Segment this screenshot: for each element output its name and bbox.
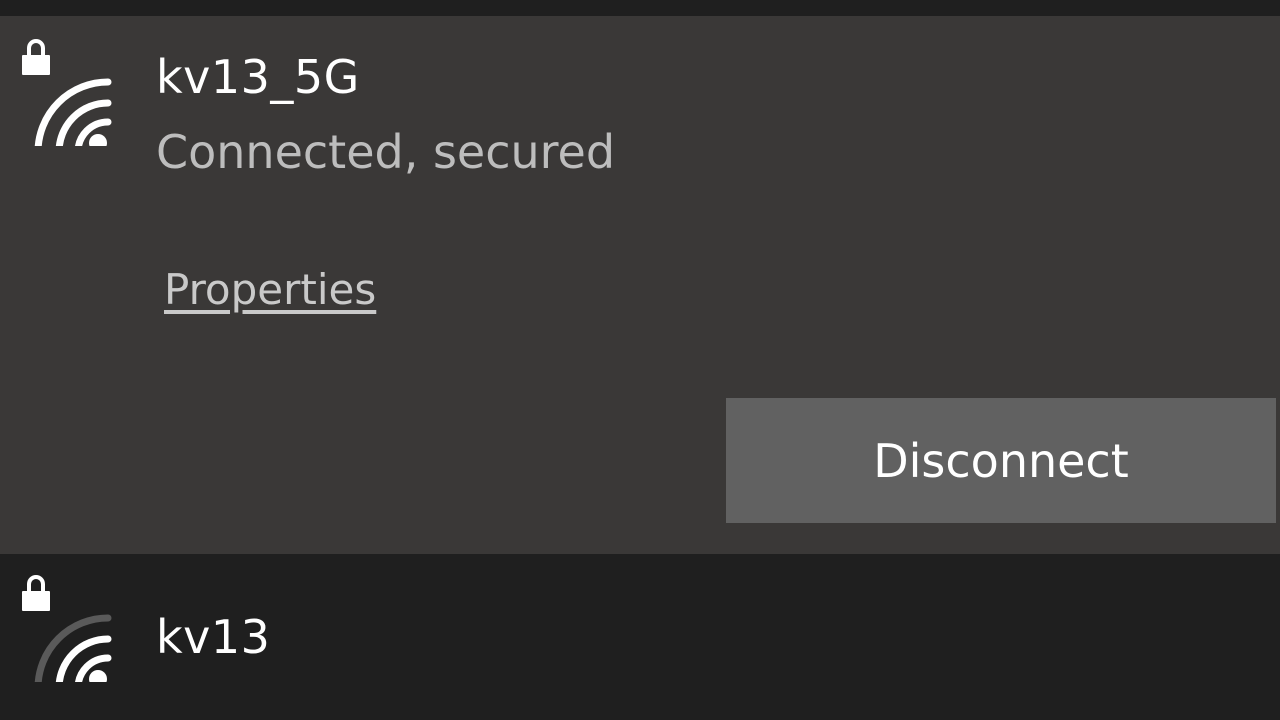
network-ssid: kv13_5G xyxy=(156,50,360,104)
network-item-connected[interactable]: kv13_5G Connected, secured Properties Di… xyxy=(0,16,1280,554)
wifi-secured-icon xyxy=(22,39,112,146)
wifi-flyout: kv13_5G Connected, secured Properties Di… xyxy=(0,0,1280,720)
connection-status: Connected, secured xyxy=(156,125,616,179)
wifi-secured-icon xyxy=(22,575,112,682)
network-ssid: kv13 xyxy=(156,610,271,664)
properties-link[interactable]: Properties xyxy=(164,269,376,311)
top-divider xyxy=(0,0,1280,16)
disconnect-button[interactable]: Disconnect xyxy=(726,398,1276,523)
network-item[interactable]: kv13 xyxy=(0,554,1280,720)
